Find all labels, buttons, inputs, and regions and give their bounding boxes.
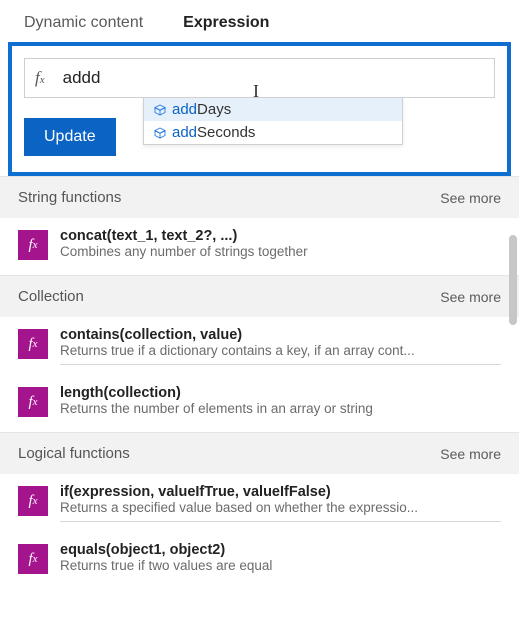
- autocomplete-item-addseconds[interactable]: addSeconds: [144, 121, 402, 144]
- fx-icon: fx: [35, 68, 45, 88]
- tab-dynamic-content[interactable]: Dynamic content: [24, 14, 143, 32]
- function-item-if[interactable]: fx if(expression, valueIfTrue, valueIfFa…: [0, 474, 519, 532]
- see-more-link[interactable]: See more: [440, 446, 501, 462]
- fx-badge-icon: fx: [18, 329, 48, 359]
- tab-expression[interactable]: Expression: [183, 14, 269, 32]
- autocomplete-prefix: add: [172, 101, 197, 118]
- expression-editor-region: fx I addDays addSeconds Update: [8, 42, 511, 176]
- fx-badge-icon: fx: [18, 544, 48, 574]
- autocomplete-item-adddays[interactable]: addDays: [144, 98, 402, 121]
- function-item-contains[interactable]: fx contains(collection, value) Returns t…: [0, 317, 519, 375]
- cube-icon: [154, 127, 166, 139]
- update-button[interactable]: Update: [24, 118, 116, 156]
- function-description: Combines any number of strings together: [60, 244, 501, 259]
- function-signature: contains(collection, value): [60, 327, 501, 343]
- function-item-concat[interactable]: fx concat(text_1, text_2?, ...) Combines…: [0, 218, 519, 275]
- section-header-string: String functions See more: [0, 176, 519, 218]
- function-description: Returns true if a dictionary contains a …: [60, 343, 501, 358]
- section-header-collection: Collection See more: [0, 275, 519, 317]
- see-more-link[interactable]: See more: [440, 190, 501, 206]
- autocomplete-rest: Days: [197, 101, 231, 118]
- scrollbar[interactable]: [509, 195, 517, 615]
- section-title: String functions: [18, 189, 121, 206]
- section-header-logical: Logical functions See more: [0, 432, 519, 474]
- autocomplete-prefix: add: [172, 124, 197, 141]
- function-list-collection: fx contains(collection, value) Returns t…: [0, 317, 519, 432]
- function-description: Returns the number of elements in an arr…: [60, 401, 501, 416]
- scrollbar-thumb[interactable]: [509, 235, 517, 325]
- see-more-link[interactable]: See more: [440, 289, 501, 305]
- fx-badge-icon: fx: [18, 387, 48, 417]
- section-title: Collection: [18, 288, 84, 305]
- formula-bar: fx I addDays addSeconds: [24, 58, 495, 98]
- expression-input[interactable]: [63, 68, 484, 88]
- cube-icon: [154, 104, 166, 116]
- function-list-logical: fx if(expression, valueIfTrue, valueIfFa…: [0, 474, 519, 589]
- section-title: Logical functions: [18, 445, 130, 462]
- function-item-length[interactable]: fx length(collection) Returns the number…: [0, 375, 519, 432]
- fx-badge-icon: fx: [18, 486, 48, 516]
- fx-badge-icon: fx: [18, 230, 48, 260]
- function-item-equals[interactable]: fx equals(object1, object2) Returns true…: [0, 532, 519, 589]
- autocomplete-rest: Seconds: [197, 124, 255, 141]
- function-signature: concat(text_1, text_2?, ...): [60, 228, 501, 244]
- autocomplete-dropdown: addDays addSeconds: [143, 97, 403, 145]
- function-description: Returns a specified value based on wheth…: [60, 500, 501, 515]
- function-signature: if(expression, valueIfTrue, valueIfFalse…: [60, 484, 501, 500]
- function-description: Returns true if two values are equal: [60, 558, 501, 573]
- function-list-string: fx concat(text_1, text_2?, ...) Combines…: [0, 218, 519, 275]
- tab-bar: Dynamic content Expression: [0, 0, 519, 42]
- function-signature: equals(object1, object2): [60, 542, 501, 558]
- function-signature: length(collection): [60, 385, 501, 401]
